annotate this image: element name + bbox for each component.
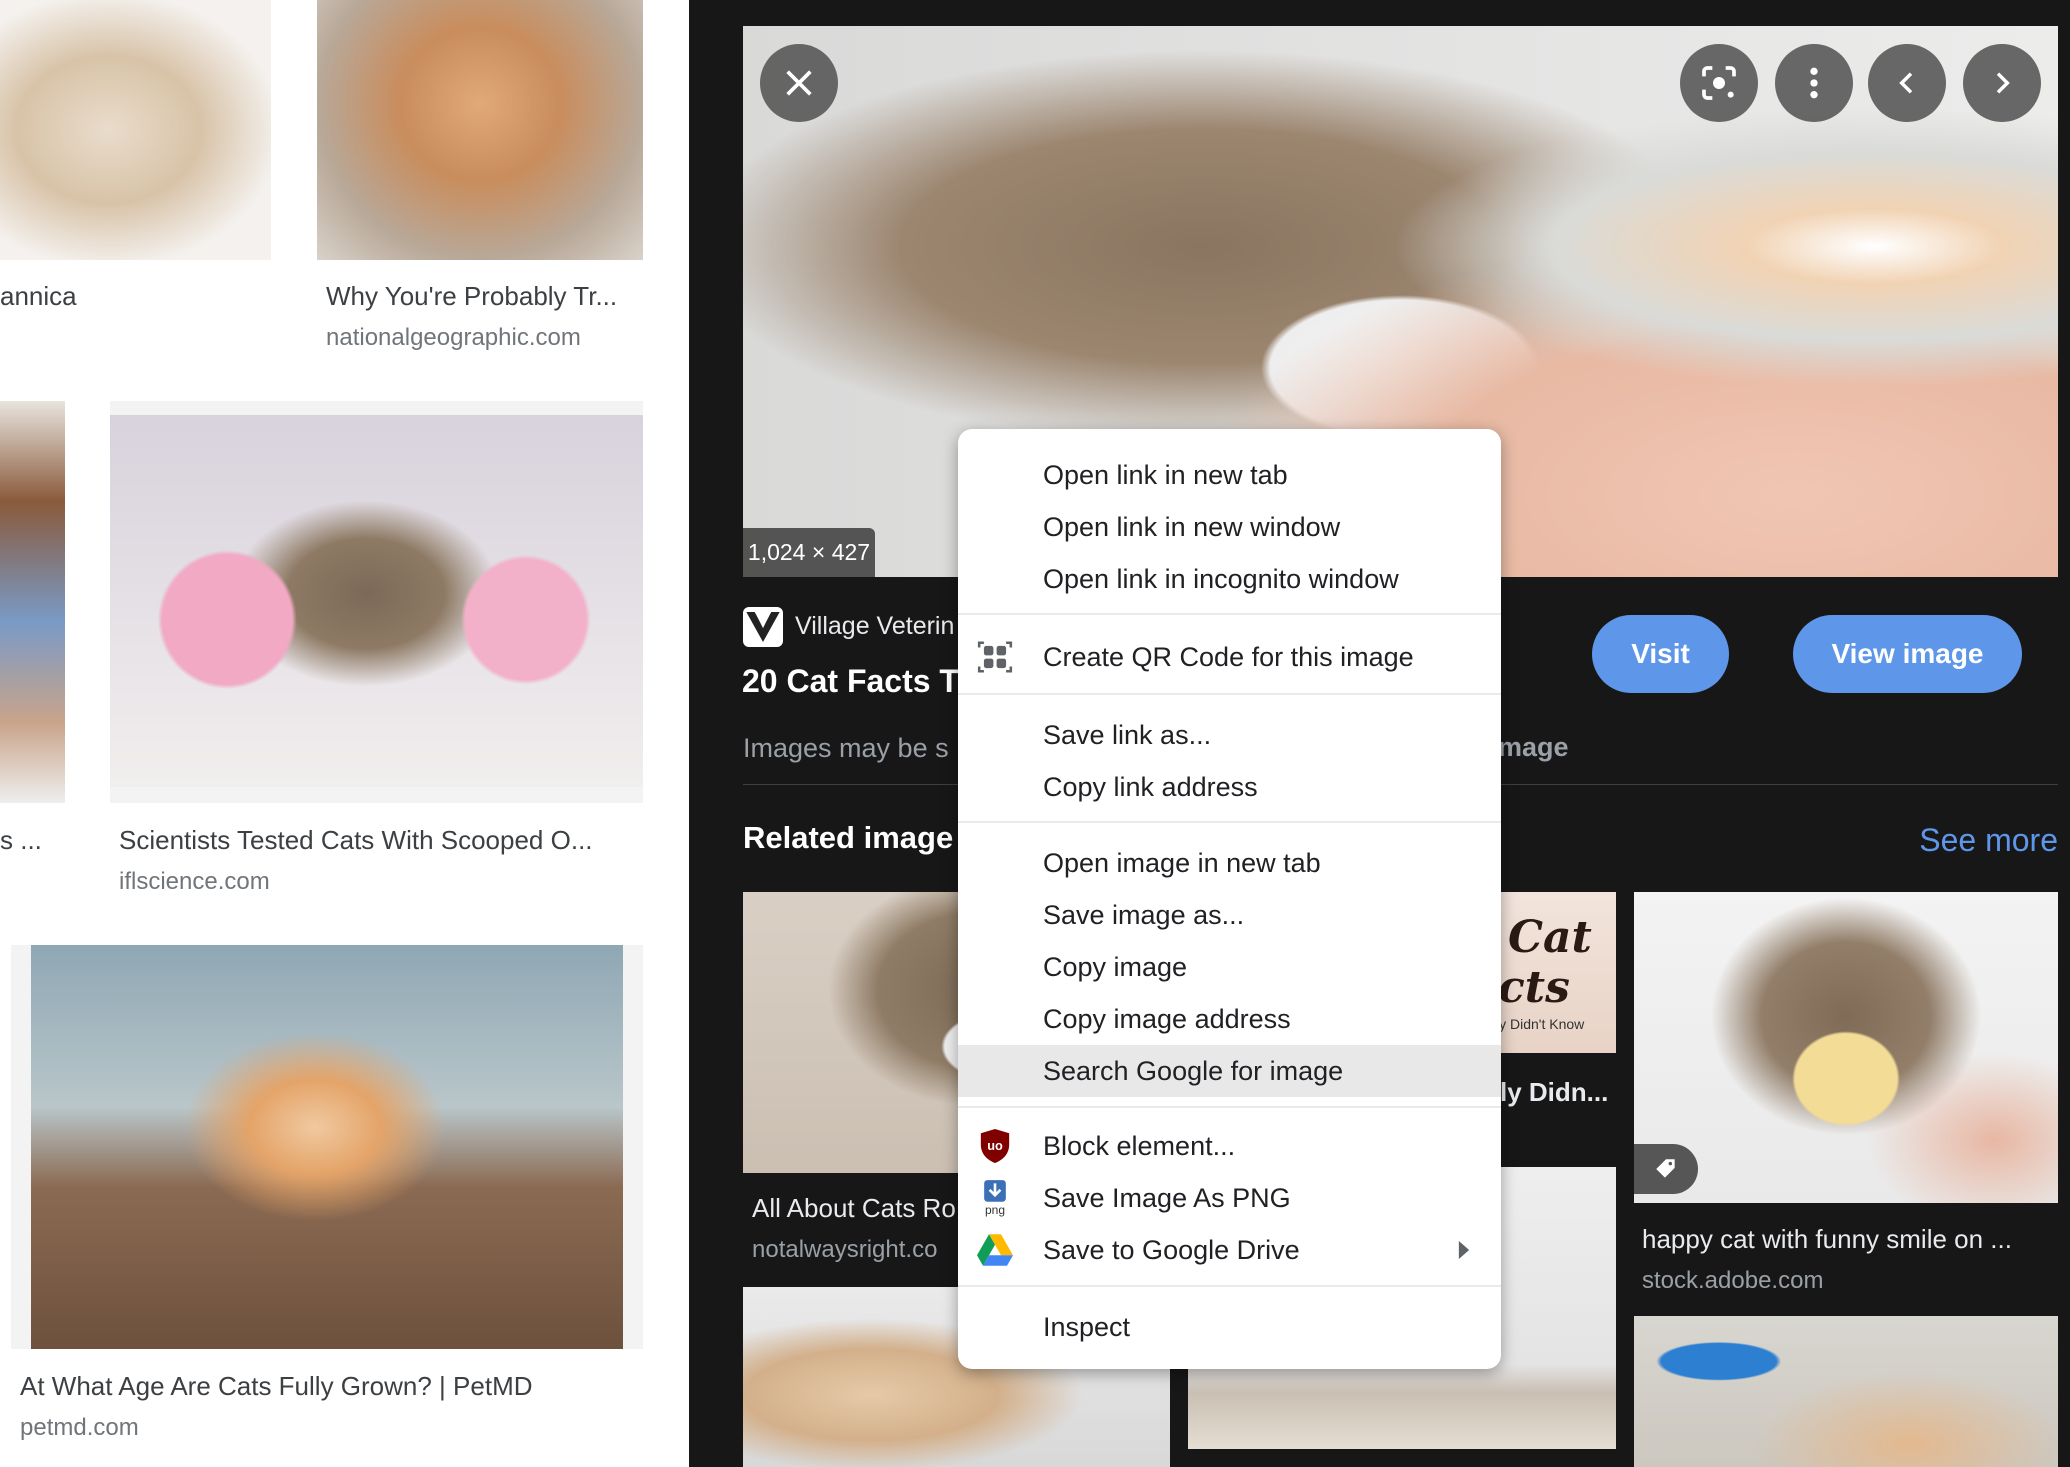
preview-title[interactable]: 20 Cat Facts T [742,663,959,700]
result-thumbnail[interactable] [0,0,271,260]
close-icon [786,70,812,96]
result-title[interactable]: Scientists Tested Cats With Scooped O... [119,825,593,856]
related-title[interactable]: ly Didn... [1500,1077,1608,1108]
chevron-right-icon [1996,72,2010,94]
menu-separator [958,1285,1501,1287]
close-button[interactable] [760,44,838,122]
save-png-icon: png [976,1179,1014,1217]
result-domain: petmd.com [20,1414,139,1441]
image-size-badge: 1,024 × 427 [743,528,875,577]
source-favicon [743,607,783,647]
menu-item-label: Save link as... [1043,719,1212,750]
menu-separator [958,693,1501,695]
menu-separator [958,821,1501,823]
menu-item-copy-image-address[interactable]: Copy image address [958,993,1501,1045]
menu-item-label: Open link in new tab [1043,459,1288,490]
menu-item-open-link-new-window[interactable]: Open link in new window [958,501,1501,553]
copyright-notice: Images may be s [743,733,949,763]
thumb-text: ly Didn't Know [1496,1016,1585,1032]
png-label: png [984,1203,1006,1217]
menu-item-label: Open image in new tab [1043,847,1321,878]
more-vert-icon [1810,67,1818,99]
view-image-button[interactable]: View image [1793,615,2022,693]
tag-icon [1656,1159,1675,1178]
result-domain: iflscience.com [119,868,270,895]
result-thumbnail[interactable] [110,401,643,803]
menu-item-label: Copy link address [1043,771,1258,802]
menu-item-save-link-as[interactable]: Save link as... [958,709,1501,761]
menu-item-save-to-google-drive[interactable]: Save to Google Drive [958,1224,1501,1276]
menu-item-label: Open link in new window [1043,511,1341,542]
related-thumbnail[interactable] [1634,1316,2058,1467]
qr-code-icon [976,638,1014,676]
menu-separator [958,1106,1501,1108]
menu-item-label: Save to Google Drive [1043,1234,1300,1265]
result-thumbnail[interactable] [0,401,65,803]
result-domain: nationalgeographic.com [326,324,581,351]
lens-search-button[interactable] [1680,44,1758,122]
source-name[interactable]: Village Veterin [795,612,954,641]
related-domain: notalwaysright.co [752,1236,938,1263]
menu-item-open-link-incognito[interactable]: Open link in incognito window [958,553,1501,605]
more-options-button[interactable] [1775,44,1853,122]
result-title[interactable]: annica [0,281,77,312]
thumb-text: cts [1498,962,1570,1013]
result-thumbnail[interactable] [11,945,643,1349]
chevron-left-icon [1899,72,1913,94]
result-title[interactable]: s ... [0,825,42,856]
svg-text:uo: uo [987,1138,1003,1153]
image-results-grid: annica Why You're Probably Tr... nationa… [0,0,689,1467]
menu-item-copy-link-address[interactable]: Copy link address [958,761,1501,813]
menu-item-open-link-new-tab[interactable]: Open link in new tab [958,449,1501,501]
google-drive-icon [976,1231,1014,1269]
thumb-text: Cat [1508,912,1592,963]
menu-item-create-qr-code[interactable]: Create QR Code for this image [958,631,1501,683]
previous-button[interactable] [1868,44,1946,122]
menu-item-label: Block element... [1043,1130,1236,1161]
context-menu: Open link in new tab Open link in new wi… [958,429,1501,1369]
menu-item-open-image-new-tab[interactable]: Open image in new tab [958,837,1501,889]
menu-item-label: Open link in incognito window [1043,563,1399,594]
menu-item-search-google-for-image[interactable]: Search Google for image [958,1045,1501,1097]
menu-item-label: Save image as... [1043,899,1245,930]
result-thumbnail[interactable] [317,0,643,260]
tag-badge[interactable] [1634,1144,1698,1194]
submenu-arrow-icon [1458,1241,1470,1259]
visit-button[interactable]: Visit [1592,615,1729,693]
next-button[interactable] [1963,44,2041,122]
result-title[interactable]: At What Age Are Cats Fully Grown? | PetM… [20,1371,533,1402]
village-veterinary-logo-icon [746,612,780,642]
related-heading: Related image [743,820,954,855]
menu-item-save-image-as[interactable]: Save image as... [958,889,1501,941]
google-lens-icon [1702,66,1736,100]
related-title[interactable]: All About Cats Ro [752,1193,956,1224]
related-thumbnail[interactable] [1634,892,2058,1203]
menu-item-copy-image[interactable]: Copy image [958,941,1501,993]
menu-item-label: Create QR Code for this image [1043,641,1414,672]
copyright-link[interactable]: mage [1498,732,1569,763]
menu-item-block-element[interactable]: uo Block element... [958,1120,1501,1172]
menu-item-label: Copy image address [1043,1003,1291,1034]
menu-separator [958,613,1501,615]
menu-item-label: Search Google for image [1043,1055,1344,1086]
menu-item-inspect[interactable]: Inspect [958,1301,1501,1353]
ublock-origin-icon: uo [976,1127,1014,1165]
see-more-link[interactable]: See more [1919,822,2058,859]
menu-item-save-image-as-png[interactable]: png Save Image As PNG [958,1172,1501,1224]
related-title[interactable]: happy cat with funny smile on ... [1642,1224,2012,1255]
menu-item-label: Save Image As PNG [1043,1182,1291,1213]
menu-item-label: Inspect [1043,1311,1131,1342]
result-title[interactable]: Why You're Probably Tr... [326,281,617,312]
related-domain: stock.adobe.com [1642,1267,1824,1294]
menu-item-label: Copy image [1043,951,1188,982]
